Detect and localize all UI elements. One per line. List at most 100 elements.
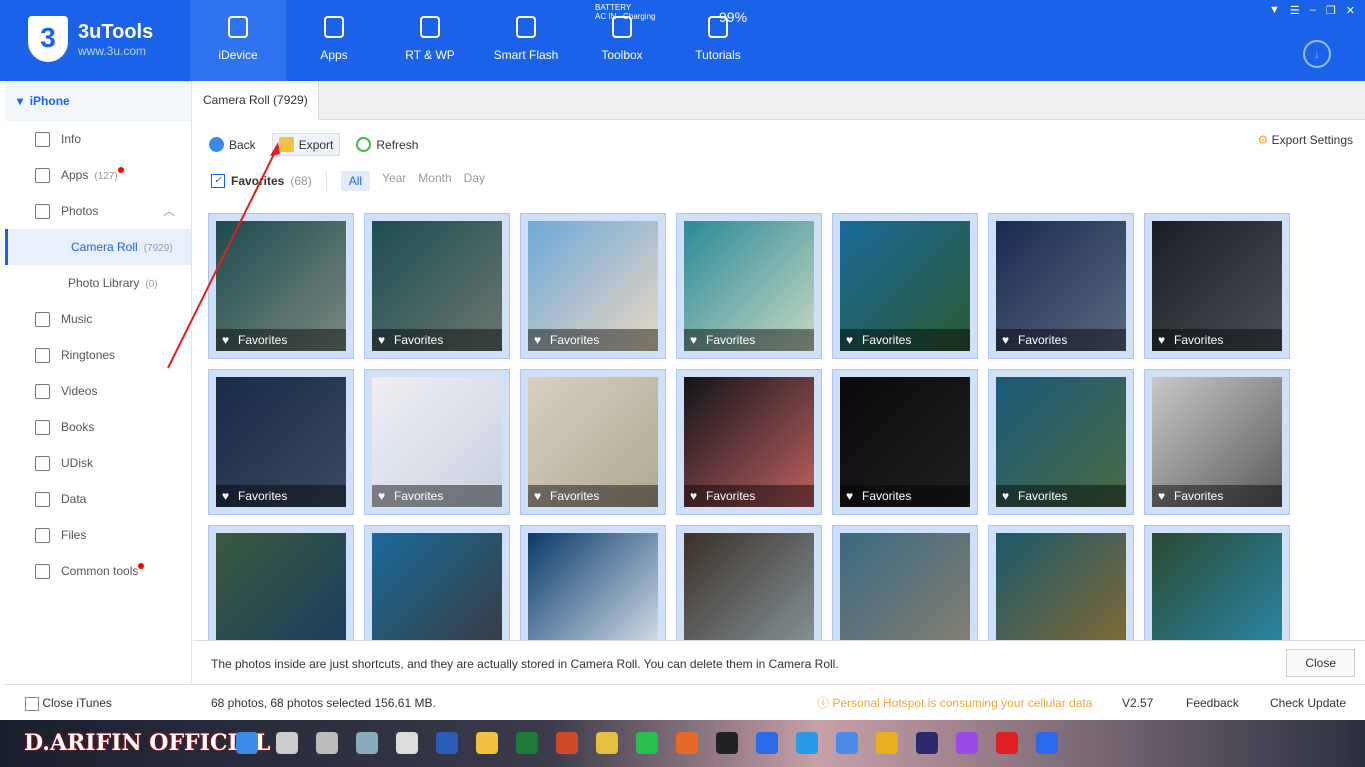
nav-tutorials[interactable]: Tutorials (670, 0, 766, 81)
photo-tile[interactable]: Favorites (1144, 369, 1290, 515)
taskbar-app-icon[interactable] (756, 732, 778, 754)
taskbar-app-icon[interactable] (596, 732, 618, 754)
status-bar: Close iTunes 68 photos, 68 photos select… (5, 684, 1365, 720)
sidebar-item-files[interactable]: Files (5, 517, 191, 553)
taskbar-app-icon[interactable] (956, 732, 978, 754)
period-all[interactable]: All (340, 171, 371, 191)
photo-thumbnail: Favorites (528, 533, 658, 640)
photo-tile[interactable]: Favorites (520, 369, 666, 515)
taskbar-app-icon[interactable] (636, 732, 658, 754)
photo-tile[interactable]: Favorites (988, 525, 1134, 640)
taskbar-app-icon[interactable] (276, 732, 298, 754)
export-button[interactable]: Export (271, 133, 341, 156)
sidebar-item-books[interactable]: Books (5, 409, 191, 445)
photo-tile[interactable]: Favorites (676, 525, 822, 640)
photo-tile[interactable]: Favorites (364, 369, 510, 515)
feedback-link[interactable]: Feedback (1186, 685, 1239, 721)
taskbar-app-icon[interactable] (916, 732, 938, 754)
sidebar-item-count: (0) (145, 279, 158, 290)
sidebar-item-music[interactable]: Music (5, 301, 191, 337)
check-update-link[interactable]: Check Update (1270, 685, 1346, 721)
refresh-button[interactable]: Refresh (356, 137, 418, 152)
photo-tile[interactable]: Favorites (988, 369, 1134, 515)
favorites-badge: Favorites (996, 329, 1126, 351)
taskbar-app-icon[interactable] (436, 732, 458, 754)
photo-tile[interactable]: Favorites (988, 213, 1134, 359)
photo-thumbnail: Favorites (1152, 533, 1282, 640)
taskbar-app-icon[interactable] (316, 732, 338, 754)
photo-tile[interactable]: Favorites (364, 213, 510, 359)
photo-tile[interactable]: Favorites (1144, 525, 1290, 640)
taskbar-app-icon[interactable] (716, 732, 738, 754)
device-header[interactable]: ▾ iPhone (5, 81, 191, 121)
sidebar-item-videos[interactable]: Videos (5, 373, 191, 409)
favorites-checkbox[interactable]: ✓ Favorites (68) (211, 174, 312, 188)
close-icon[interactable]: ✕ (1346, 4, 1355, 17)
photo-tile[interactable]: Favorites (208, 213, 354, 359)
taskbar-app-icon[interactable] (796, 732, 818, 754)
sidebar-item-photo-library[interactable]: Photo Library (0) (5, 265, 191, 301)
taskbar-app-icon[interactable] (1036, 732, 1058, 754)
period-month[interactable]: Month (418, 171, 451, 191)
hotspot-warning-text: Personal Hotspot is consuming your cellu… (832, 696, 1093, 710)
sidebar-item-udisk[interactable]: UDisk (5, 445, 191, 481)
close-button[interactable]: Close (1286, 649, 1355, 677)
download-icon[interactable]: ↓ (1303, 40, 1331, 68)
favorites-label: Favorites (231, 174, 285, 188)
favorites-count: (68) (290, 174, 312, 188)
back-button[interactable]: Back (209, 137, 256, 152)
nav-icon (228, 16, 248, 38)
photo-tile[interactable]: Favorites (208, 369, 354, 515)
taskbar-app-icon[interactable] (516, 732, 538, 754)
photo-tile[interactable]: Favorites (676, 369, 822, 515)
favorites-badge: Favorites (528, 485, 658, 507)
hotspot-warning[interactable]: ⓘ Personal Hotspot is consuming your cel… (817, 685, 1092, 721)
taskbar-app-icon[interactable] (556, 732, 578, 754)
taskbar-app-icon[interactable] (876, 732, 898, 754)
period-day[interactable]: Day (464, 171, 485, 191)
favorites-badge: Favorites (840, 485, 970, 507)
photo-thumbnail: Favorites (840, 533, 970, 640)
photo-tile[interactable]: Favorites (832, 369, 978, 515)
period-year[interactable]: Year (382, 171, 406, 191)
minimize-icon[interactable]: – (1310, 4, 1316, 17)
nav-rt-wp[interactable]: RT & WP (382, 0, 478, 81)
sidebar-item-camera-roll[interactable]: Camera Roll (7929) (5, 229, 191, 265)
photo-tile[interactable]: Favorites (676, 213, 822, 359)
menu-icon[interactable]: ☰ (1290, 4, 1300, 17)
export-settings-button[interactable]: ⚙ Export Settings (1258, 133, 1353, 147)
photo-thumbnail: Favorites (684, 533, 814, 640)
close-itunes-checkbox[interactable]: Close iTunes (25, 685, 112, 721)
taskbar-app-icon[interactable] (996, 732, 1018, 754)
sidebar-item-photos[interactable]: Photos ︿ (5, 193, 191, 229)
taskbar-app-icon[interactable] (476, 732, 498, 754)
photo-tile[interactable]: Favorites (832, 213, 978, 359)
photo-tile[interactable]: Favorites (520, 213, 666, 359)
shirt-icon[interactable]: ▼ (1269, 4, 1280, 17)
taskbar-app-icon[interactable] (676, 732, 698, 754)
device-name: iPhone (29, 94, 70, 108)
photo-tile[interactable]: Favorites (520, 525, 666, 640)
taskbar-app-icon[interactable] (236, 732, 258, 754)
photo-tile[interactable]: Favorites (364, 525, 510, 640)
sidebar-item-common-tools[interactable]: Common tools (5, 553, 191, 589)
taskbar-app-icon[interactable] (836, 732, 858, 754)
photo-thumbnail: Favorites (1152, 221, 1282, 351)
restore-icon[interactable]: ❐ (1326, 4, 1336, 17)
refresh-icon (356, 137, 372, 152)
photo-tile[interactable]: Favorites (208, 525, 354, 640)
nav-idevice[interactable]: iDevice (190, 0, 286, 81)
photo-tile[interactable]: Favorites (1144, 213, 1290, 359)
sidebar-item-ringtones[interactable]: Ringtones (5, 337, 191, 373)
sidebar-item-info[interactable]: Info (5, 121, 191, 157)
logo-icon: 3 (28, 16, 68, 62)
nav-apps[interactable]: Apps (286, 0, 382, 81)
tab-camera-roll[interactable]: Camera Roll (7929) (193, 81, 319, 120)
nav-label: Tutorials (695, 48, 741, 62)
taskbar-app-icon[interactable] (356, 732, 378, 754)
taskbar-app-icon[interactable] (396, 732, 418, 754)
sidebar-item-data[interactable]: Data (5, 481, 191, 517)
photo-tile[interactable]: Favorites (832, 525, 978, 640)
sidebar-item-apps[interactable]: Apps (127) (5, 157, 191, 193)
nav-smart-flash[interactable]: Smart Flash (478, 0, 574, 81)
